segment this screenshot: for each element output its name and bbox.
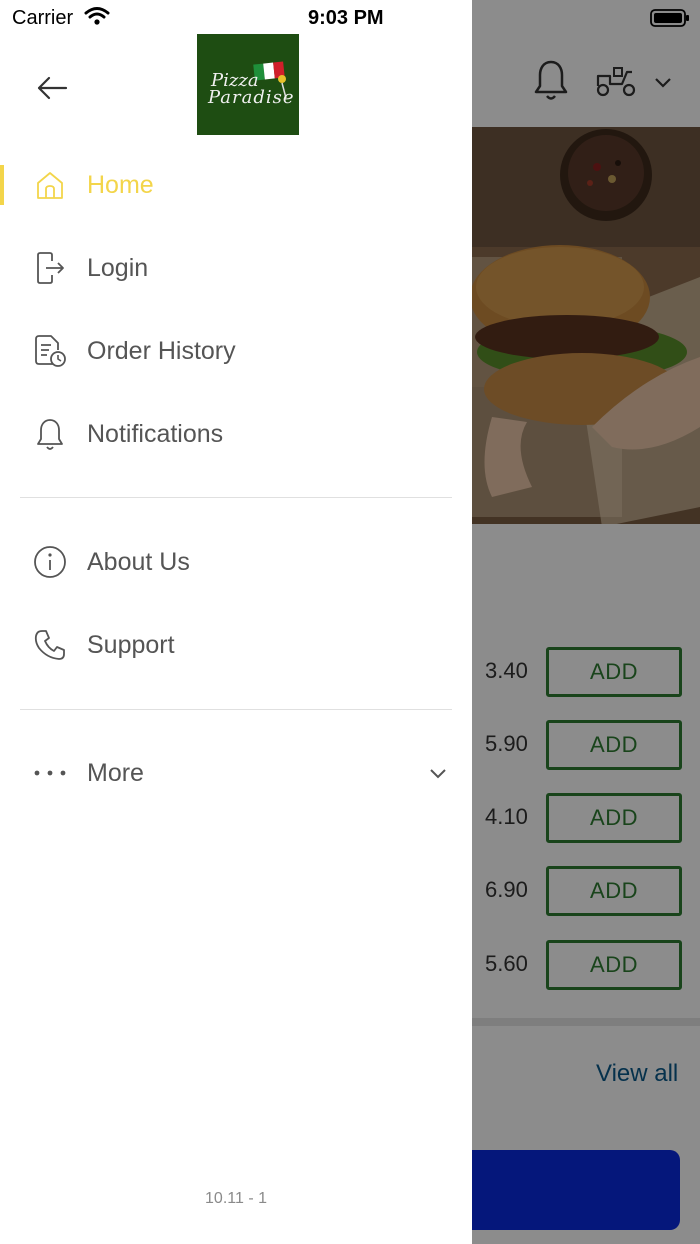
- arrow-left-icon: [37, 76, 68, 100]
- menu-item-order-history[interactable]: Order History: [0, 316, 472, 386]
- menu-item-more[interactable]: More: [0, 738, 472, 808]
- chevron-down-icon[interactable]: [428, 765, 448, 781]
- menu-item-label: Login: [87, 253, 149, 282]
- login-icon: [32, 251, 68, 285]
- navigation-drawer: Pizza Paradise Home Login Order History …: [0, 0, 472, 1244]
- logo-text: Paradise: [208, 87, 295, 108]
- menu-item-label: Notifications: [87, 419, 224, 448]
- restaurant-logo: Pizza Paradise: [197, 34, 299, 135]
- battery-icon: [650, 9, 689, 27]
- status-carrier: Carrier: [12, 7, 74, 29]
- menu-item-label: Support: [87, 630, 175, 659]
- menu-item-label: Home: [87, 170, 154, 199]
- phone-icon: [32, 628, 68, 662]
- menu-item-label: Order History: [87, 336, 236, 365]
- menu-item-home[interactable]: Home: [0, 150, 472, 220]
- status-time: 9:03 PM: [308, 7, 384, 29]
- info-icon: [32, 545, 68, 579]
- menu-item-support[interactable]: Support: [0, 610, 472, 680]
- order-history-icon: [32, 334, 68, 368]
- menu-item-label: About Us: [87, 547, 190, 576]
- bell-icon: [32, 417, 68, 451]
- home-icon: [32, 168, 68, 202]
- menu-divider: [20, 709, 452, 710]
- menu-divider: [20, 497, 452, 498]
- wifi-icon: [84, 7, 110, 25]
- menu-item-notifications[interactable]: Notifications: [0, 399, 472, 469]
- menu-item-about-us[interactable]: About Us: [0, 527, 472, 597]
- app-version: 10.11 - 1: [205, 1190, 267, 1207]
- menu-item-label: More: [87, 758, 144, 787]
- back-button[interactable]: [30, 68, 74, 108]
- menu-item-login[interactable]: Login: [0, 233, 472, 303]
- more-dots-icon: [32, 756, 68, 790]
